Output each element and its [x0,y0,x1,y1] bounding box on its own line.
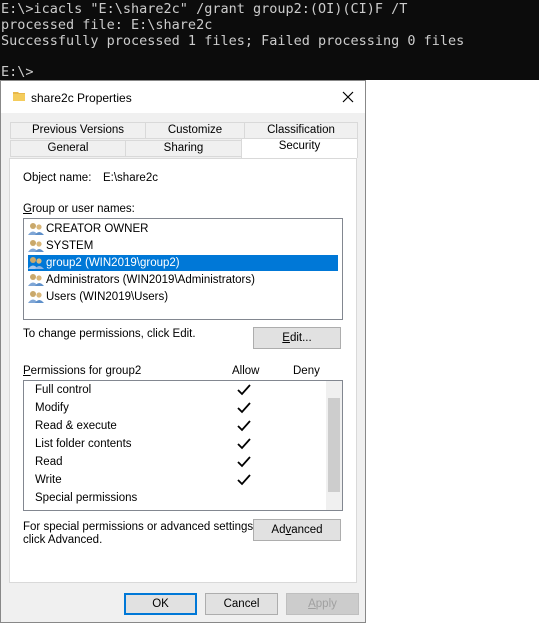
console-line-1: E:\>icacls "E:\share2c" /grant group2:(O… [1,1,408,17]
permission-name: Full control [35,384,92,396]
tab-label: Customize [167,124,223,136]
cancel-button[interactable]: Cancel [205,593,278,615]
permission-row-modify: Modify [35,400,335,418]
close-icon [342,91,354,103]
permission-name: Write [35,474,62,486]
permission-name: Read & execute [35,420,117,432]
permissions-for-label: Permissions for group2 [23,365,141,377]
list-item-group2[interactable]: group2 (WIN2019\group2) [28,255,338,271]
check-icon [237,384,251,396]
allow-column-header: Allow [232,365,260,377]
user-name: Users (WIN2019\Users) [46,291,169,303]
change-permissions-text: To change permissions, click Edit. [23,328,196,340]
deny-column-header: Deny [293,365,320,377]
permission-row-read-execute: Read & execute [35,418,335,436]
tab-customize[interactable]: Customize [145,122,245,139]
button-label: pply [315,598,337,610]
button-label: Cancel [223,598,260,610]
dialog-title: share2c Properties [31,91,132,105]
object-name-label: Object name: [23,172,92,184]
security-tab-panel: Object name: E:\share2c Group or user na… [9,158,357,583]
special-permissions-text-line1: For special permissions or advanced sett… [23,521,257,533]
console-line-3: Successfully processed 1 files; Failed p… [1,33,465,49]
tab-security[interactable]: Security [241,138,358,158]
users-icon [28,223,44,235]
user-name: CREATOR OWNER [46,223,149,235]
user-name: group2 (WIN2019\group2) [46,257,180,269]
button-mnemonic: A [308,598,316,610]
console-prompt: E:\> [1,64,34,80]
permission-row-list-folder-contents: List folder contents [35,436,335,454]
permission-name: Read [35,456,63,468]
user-name: SYSTEM [46,240,94,252]
tab-general[interactable]: General [10,140,126,157]
folder-icon [13,92,25,101]
properties-dialog: share2c Properties Previous Versions Cus… [0,80,366,623]
button-mnemonic: E [282,332,290,344]
tab-label: Security [278,140,321,152]
tab-label: Sharing [163,142,204,154]
permission-row-special-permissions: Special permissions [35,490,335,508]
label-text: roup or user names: [31,203,135,215]
label-mnemonic: G [23,203,32,215]
button-label: OK [152,598,169,610]
users-icon [28,240,44,252]
edit-button[interactable]: Edit... [253,327,341,349]
list-item-system[interactable]: SYSTEM [28,238,338,254]
console-line-2: processed file: E:\share2c [1,17,213,33]
check-icon [237,402,251,414]
list-item-administrators[interactable]: Administrators (WIN2019\Administrators) [28,272,338,288]
title-bar[interactable]: share2c Properties [1,81,365,113]
group-user-names-label: Group or user names: [23,203,135,215]
label-mnemonic: P [23,365,31,377]
permissions-scrollbar[interactable] [326,381,342,510]
scroll-thumb[interactable] [328,398,340,492]
list-item-users[interactable]: Users (WIN2019\Users) [28,289,338,305]
ok-button[interactable]: OK [124,593,197,615]
permission-row-write: Write [35,472,335,490]
permission-row-full-control: Full control [35,382,335,400]
permission-name: List folder contents [35,438,132,450]
tab-label: Classification [267,124,335,136]
tab-classification[interactable]: Classification [244,122,358,139]
check-icon [237,438,251,450]
button-label: anced [291,524,323,536]
object-name-value: E:\share2c [103,172,158,184]
permission-name: Special permissions [35,492,138,504]
special-permissions-text-line2: click Advanced. [23,534,103,546]
check-icon [237,456,251,468]
users-icon [28,274,44,286]
user-list[interactable]: CREATOR OWNER SYSTEM group2 (WIN2019\gro… [23,218,343,320]
tab-sharing[interactable]: Sharing [125,140,242,157]
label-text: ermissions for group2 [30,365,142,377]
tab-label: General [47,142,89,154]
button-label: dit... [289,332,312,344]
tab-previous-versions[interactable]: Previous Versions [10,122,146,139]
check-icon [237,420,251,432]
user-name: Administrators (WIN2019\Administrators) [46,274,255,286]
permission-name: Modify [35,402,69,414]
advanced-button[interactable]: Advanced [253,519,341,541]
apply-button[interactable]: Apply [286,593,359,615]
users-icon [28,291,44,303]
users-icon [28,257,44,269]
tab-label: Previous Versions [31,124,125,136]
button-label: Ad [271,524,286,536]
permissions-list[interactable]: Full control Modify Read & execute List … [23,380,343,511]
check-icon [237,474,251,486]
permission-row-read: Read [35,454,335,472]
console-window: E:\>icacls "E:\share2c" /grant group2:(O… [0,0,539,80]
list-item-creator-owner[interactable]: CREATOR OWNER [28,221,338,237]
close-button[interactable] [336,86,360,108]
